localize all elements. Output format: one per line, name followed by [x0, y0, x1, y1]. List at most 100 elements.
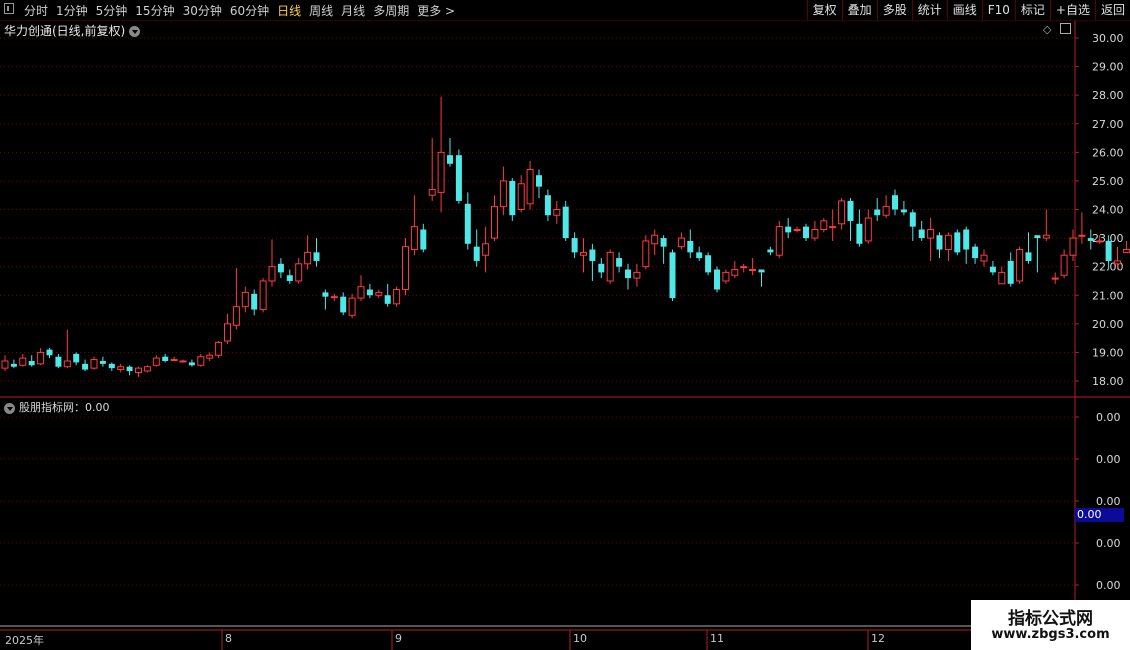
watermark-logo: 指标公式网 www.zbgs3.com: [971, 600, 1130, 650]
candle-body: [749, 269, 757, 272]
candle-body: [874, 209, 881, 216]
candle-body: [135, 367, 142, 373]
candle-body: [82, 363, 89, 370]
indicator-tick-label: 0.00: [1096, 495, 1121, 508]
candle-body: [1078, 234, 1086, 237]
candle-body: [357, 286, 365, 299]
price-tick-label: 27.00: [1092, 118, 1124, 131]
price-tick-label: 29.00: [1092, 61, 1124, 74]
candle-body: [55, 356, 62, 367]
candle-body: [633, 271, 641, 279]
candle-body: [304, 251, 312, 265]
candle-body: [393, 289, 401, 305]
candle-body: [162, 356, 169, 361]
candle-body: [1025, 252, 1032, 261]
candle-body: [322, 292, 329, 297]
candle-body: [758, 269, 765, 273]
price-tick-label: 20.00: [1092, 318, 1124, 331]
candle-body: [99, 360, 106, 364]
candle-body: [562, 206, 569, 239]
candle-body: [918, 229, 925, 239]
candle-body: [829, 226, 837, 229]
candle-body: [37, 351, 45, 365]
candle-body: [989, 266, 996, 273]
indicator-title[interactable]: 股朋指标网：0.00: [4, 399, 110, 415]
candle-body: [944, 234, 952, 251]
candle-body: [1034, 235, 1041, 239]
candle-body: [526, 168, 534, 205]
year-label: 2025年: [5, 634, 44, 647]
candle-body: [785, 226, 792, 233]
candle-body: [847, 200, 854, 221]
candle-body: [482, 243, 490, 256]
watermark-line2: www.zbgs3.com: [991, 627, 1110, 642]
month-label-9: 9: [395, 632, 402, 645]
indicator-tick-label: 0.00: [1096, 537, 1121, 550]
candle-body: [553, 209, 561, 216]
candle-body: [473, 246, 480, 261]
candle-body: [188, 362, 195, 366]
candle-body: [170, 359, 178, 362]
candle-body: [972, 246, 979, 259]
price-tick-label: 25.00: [1092, 175, 1124, 188]
candle-body: [90, 359, 98, 369]
indicator-tick-label: 0.00: [1096, 579, 1121, 592]
candle-body: [936, 235, 943, 250]
candlestick-chart[interactable]: 30.0029.0028.0027.0026.0025.0024.0023.00…: [0, 0, 1130, 650]
candle-body: [19, 357, 27, 366]
candle-body: [696, 252, 703, 259]
chevron-down-icon[interactable]: [4, 402, 15, 414]
candle-body: [642, 240, 650, 268]
candle-body: [1096, 240, 1104, 243]
candle-body: [295, 263, 303, 282]
candle-body: [375, 291, 383, 296]
watermark-line1: 指标公式网: [1008, 609, 1093, 629]
candle-body: [1087, 238, 1094, 241]
candle-body: [455, 155, 462, 201]
indicator-tick-label: 0.00: [1096, 411, 1121, 424]
candle-body: [117, 366, 125, 371]
candle-body: [241, 291, 249, 308]
candle-body: [927, 229, 935, 239]
candle-body: [197, 356, 205, 366]
price-tick-label: 21.00: [1092, 289, 1124, 302]
month-label-10: 10: [573, 632, 587, 645]
candle-body: [63, 360, 71, 368]
candle-body: [1069, 237, 1077, 256]
candle-body: [954, 232, 961, 253]
candle-body: [606, 251, 614, 282]
candle-body: [838, 200, 846, 225]
candle-body: [428, 188, 436, 196]
candle-body: [625, 269, 631, 279]
candle-body: [963, 229, 970, 250]
candle-body: [286, 275, 293, 281]
candle-body: [179, 360, 187, 363]
candle-body: [1007, 260, 1014, 284]
candle-body: [669, 252, 676, 299]
candle-body: [10, 363, 17, 367]
candle-body: [152, 357, 160, 366]
candle-body: [447, 155, 453, 164]
candle-body: [215, 341, 223, 356]
candle-body: [313, 252, 320, 261]
candle-body: [544, 195, 551, 216]
candle-body: [580, 251, 587, 256]
candle-body: [775, 226, 783, 256]
candle-body: [206, 354, 214, 359]
candle-body: [491, 206, 498, 239]
candle-body: [1051, 277, 1059, 280]
candle-body: [1, 360, 9, 369]
candle-body: [384, 295, 391, 304]
candle-body: [731, 269, 739, 276]
candle-body: [509, 180, 516, 216]
candle-body: [856, 223, 863, 244]
candle-body: [660, 238, 667, 247]
indicator-title-text: 股朋指标网：0.00: [19, 401, 110, 414]
candle-body: [420, 229, 427, 250]
candle-body: [330, 296, 338, 299]
candle-body: [571, 238, 578, 253]
indicator-tick-label: 0.00: [1096, 453, 1121, 466]
price-tick-label: 30.00: [1092, 32, 1124, 45]
month-label-11: 11: [710, 632, 724, 645]
candle-body: [259, 280, 267, 311]
